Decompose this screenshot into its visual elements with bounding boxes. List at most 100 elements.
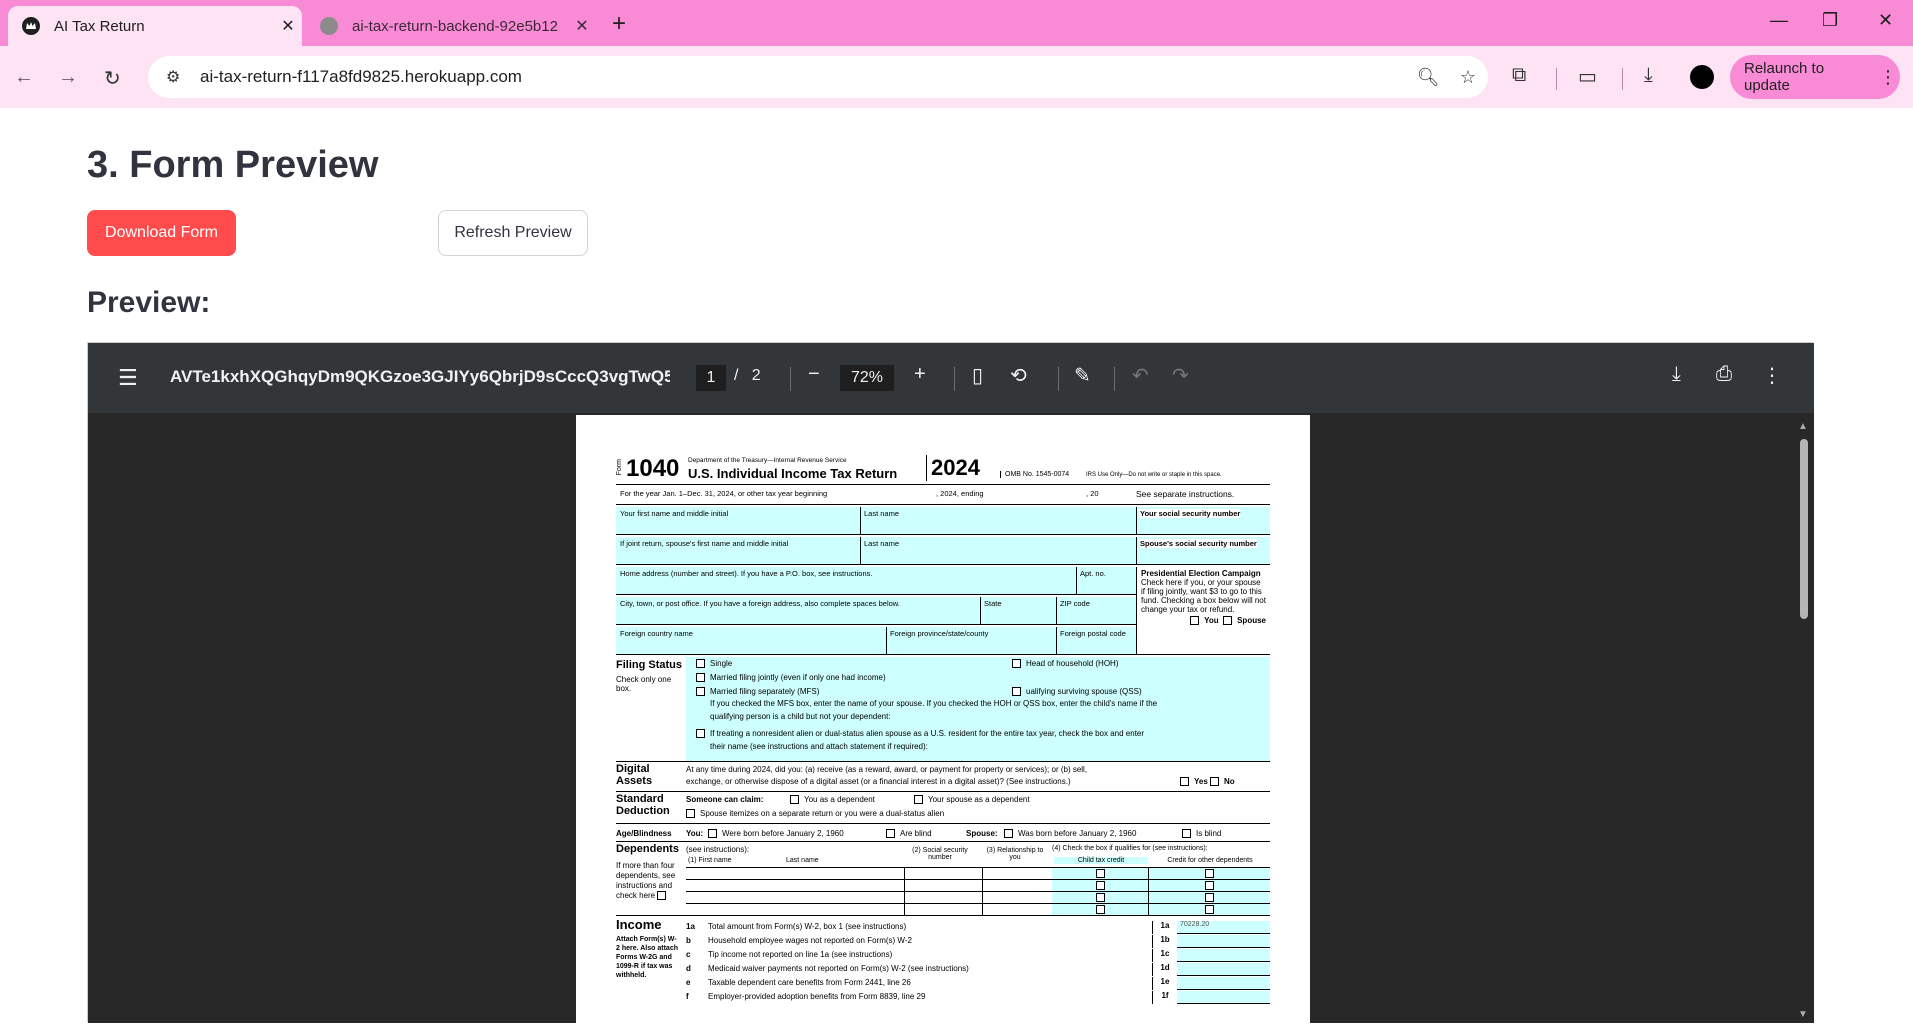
tab-backend[interactable]: ai-tax-return-backend-92e5b12 ✕ [306,6,596,46]
download-icon[interactable]: ⤓ [1672,363,1681,386]
fs-mfs[interactable]: Married filing separately (MFS) [696,687,819,697]
back-icon[interactable]: ← [14,66,34,89]
minimize-icon[interactable]: — [1770,10,1788,31]
line-amount-field[interactable] [1177,935,1270,948]
fs-hoh[interactable]: Head of household (HOH) [1012,659,1119,669]
dependent-row[interactable] [686,879,1270,892]
pdf-canvas: Form 1040 Department of the Treasury—Int… [88,413,1814,1025]
forward-icon[interactable]: → [58,66,78,89]
zoom-out-icon[interactable]: − [808,363,820,386]
line-amount-field[interactable] [1177,963,1270,976]
digital-answers[interactable]: Yes No [1180,777,1235,787]
fs-mfj-checkbox[interactable] [696,673,705,683]
spouse-itemizes-checkbox[interactable] [686,809,695,819]
spouse-born-checkbox[interactable] [1004,829,1013,839]
ctc-checkbox[interactable] [1095,869,1105,879]
dependents-more-checkbox[interactable] [657,891,667,901]
city-row[interactable]: City, town, or post office. If you have … [616,597,1136,625]
fit-page-icon[interactable]: ▯ [972,363,983,388]
download-icon[interactable]: ⤓ [1644,64,1653,87]
scroll-thumb[interactable] [1800,439,1808,619]
you-dependent[interactable]: You as a dependent [790,795,875,805]
digital-no-checkbox[interactable] [1210,777,1220,787]
you-blind-checkbox[interactable] [886,829,895,839]
fs-qss[interactable]: ualifying surviving spouse (QSS) [1012,687,1142,697]
spouse-name-row[interactable]: If joint return, spouse's first name and… [616,537,1270,565]
you-blind[interactable]: Are blind [886,829,932,839]
line-amount-field[interactable] [1177,977,1270,990]
line-amount-field[interactable] [1177,949,1270,962]
more-vert-icon[interactable]: ⋮ [1762,363,1782,388]
download-form-button[interactable]: Download Form [87,210,236,256]
print-icon[interactable]: ⎙ [1716,363,1732,386]
dep-rel-header: (3) Relationship to you [986,847,1044,861]
refresh-preview-button[interactable]: Refresh Preview [438,210,588,256]
spouse-born-before[interactable]: Was born before January 2, 1960 [1004,829,1136,839]
odc-checkbox[interactable] [1205,881,1214,891]
fs-single[interactable]: Single [696,659,732,669]
menu-icon[interactable]: ☰ [118,365,138,391]
you-born-before[interactable]: Were born before January 2, 1960 [708,829,844,839]
scroll-down-icon[interactable]: ▼ [1798,1009,1808,1020]
digital-yes-checkbox[interactable] [1180,777,1189,787]
zoom-in-icon[interactable]: + [914,363,926,386]
page-number-input[interactable]: 1 [696,365,726,391]
fs-single-checkbox[interactable] [696,659,705,669]
address-bar[interactable]: ⚙ ai-tax-return-f117a8fd9825.herokuapp.c… [148,56,1488,98]
spouse-dependent-checkbox[interactable] [914,795,923,805]
ctc-checkbox[interactable] [1095,893,1105,903]
ctc-checkbox[interactable] [1095,905,1105,915]
line-box-label: 1d [1152,963,1177,976]
spouse-dependent[interactable]: Your spouse as a dependent [914,795,1030,805]
close-window-icon[interactable]: ✕ [1878,10,1893,31]
close-tab-icon[interactable]: ✕ [274,16,302,36]
restore-icon[interactable]: ❐ [1822,10,1838,31]
reload-icon[interactable]: ↻ [104,66,121,91]
fs-mfj[interactable]: Married filing jointly (even if only one… [696,673,886,683]
close-tab-icon[interactable]: ✕ [568,16,596,36]
bookmark-star-icon[interactable]: ☆ [1448,67,1488,88]
you-dependent-checkbox[interactable] [790,795,799,805]
name-row[interactable]: Your first name and middle initial Last … [616,507,1270,535]
redo-icon[interactable]: ↷ [1172,363,1189,388]
form-label: Form [616,459,623,476]
fs-mfs-checkbox[interactable] [696,687,705,697]
odc-checkbox[interactable] [1205,893,1214,903]
pec-spouse-checkbox[interactable] [1223,616,1233,626]
tab-ai-tax-return[interactable]: AI Tax Return ✕ [8,6,302,46]
dependent-row[interactable] [686,903,1270,916]
zoom-icon[interactable]: 🔍︎ [1408,67,1448,88]
foreign-row[interactable]: Foreign country name Foreign province/st… [616,627,1136,655]
fs-nra-line1[interactable]: If treating a nonresident alien or dual-… [696,729,1144,739]
line-amount-field[interactable] [1177,991,1270,1004]
zoom-input[interactable]: 72% [840,365,894,391]
profile-avatar[interactable] [1690,65,1714,89]
line-number: 1a [686,922,695,931]
relaunch-button[interactable]: Relaunch to update ⋮ [1730,55,1900,99]
dependent-row[interactable] [686,891,1270,904]
fs-qss-checkbox[interactable] [1012,687,1021,697]
pdf-scrollbar[interactable]: ▲ ▼ [1798,421,1810,1021]
extensions-icon[interactable]: ⧉ [1512,64,1526,87]
dependent-row[interactable] [686,867,1270,880]
scroll-up-icon[interactable]: ▲ [1798,421,1808,432]
annotate-icon[interactable]: ✎ [1074,363,1091,388]
undo-icon[interactable]: ↶ [1132,363,1149,388]
home-address-row[interactable]: Home address (number and street). If you… [616,567,1136,595]
ctc-checkbox[interactable] [1095,881,1105,891]
odc-checkbox[interactable] [1205,905,1214,915]
new-tab-icon[interactable]: + [612,10,626,38]
spouse-blind[interactable]: Is blind [1182,829,1221,839]
fs-nra-checkbox[interactable] [696,729,705,739]
cast-icon[interactable]: ▭ [1578,64,1597,89]
rotate-icon[interactable]: ⟲ [1010,363,1027,388]
url-text[interactable]: ai-tax-return-f117a8fd9825.herokuapp.com [200,67,1408,87]
fs-hoh-checkbox[interactable] [1012,659,1021,669]
site-settings-icon[interactable]: ⚙ [166,67,186,87]
you-born-checkbox[interactable] [708,829,717,839]
odc-checkbox[interactable] [1205,869,1214,879]
spouse-blind-checkbox[interactable] [1182,829,1191,839]
spouse-itemizes[interactable]: Spouse itemizes on a separate return or … [686,809,944,819]
pec-you-checkbox[interactable] [1190,616,1200,626]
line-amount-field[interactable]: 70228.20 [1177,921,1270,934]
